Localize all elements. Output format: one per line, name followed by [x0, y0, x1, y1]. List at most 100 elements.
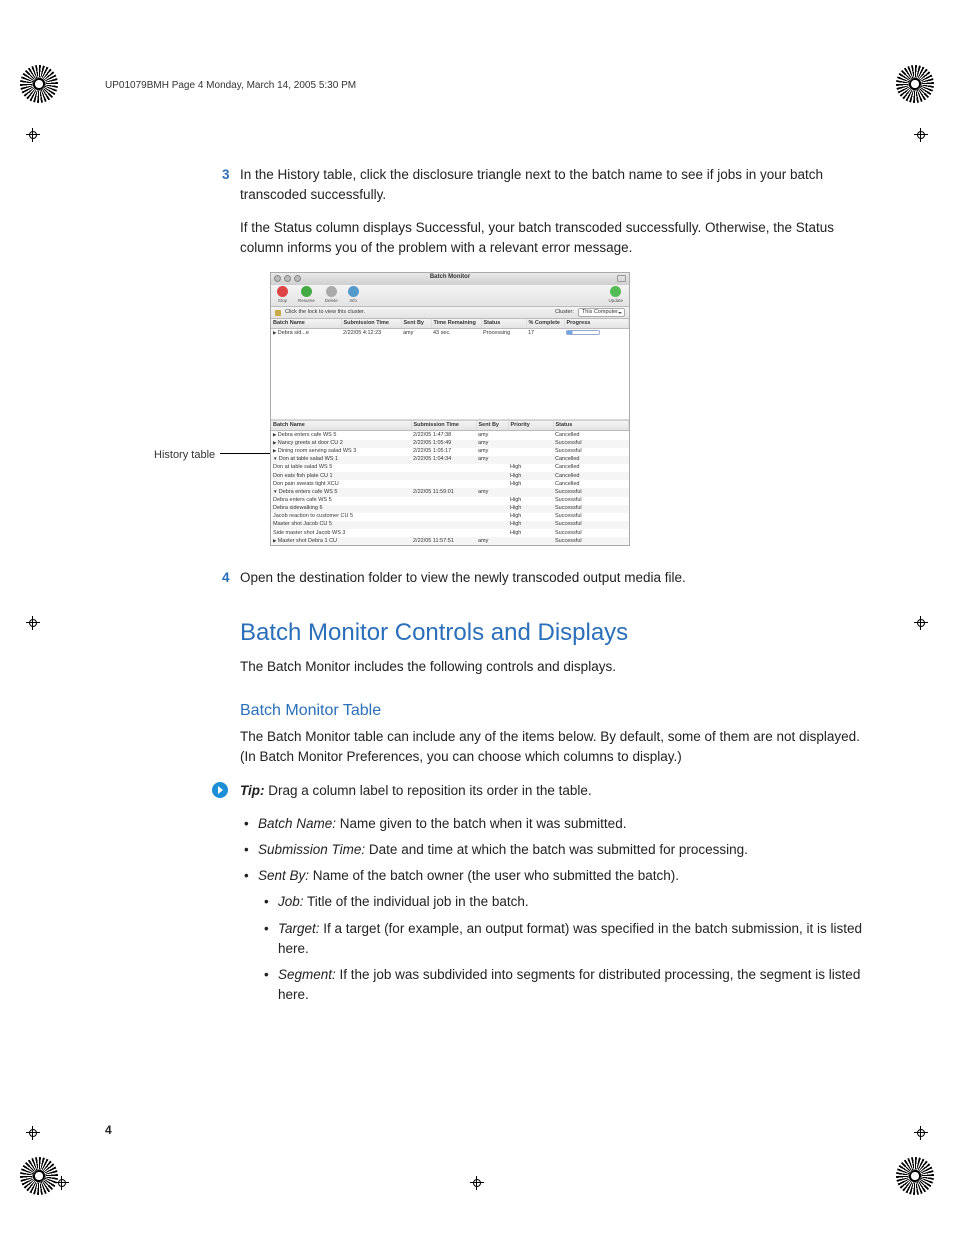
bullet-label: Target:	[278, 921, 320, 936]
window-titlebar[interactable]: Batch Monitor	[271, 273, 629, 285]
cell	[411, 521, 476, 529]
active-pane-empty	[271, 337, 629, 419]
lock-icon[interactable]	[275, 310, 281, 316]
h2-subtext: The Batch Monitor table can include any …	[240, 727, 870, 768]
list-item: Job: Title of the individual job in the …	[278, 892, 870, 912]
column-header[interactable]: Progress	[564, 319, 629, 329]
history-batch-row[interactable]: Don at table salad WS 12/22/05 1:04:34am…	[271, 456, 629, 464]
cell: Nancy greets at door CU 2	[271, 440, 411, 448]
cell: High	[508, 529, 553, 537]
step3-text2: If the Status column displays Successful…	[240, 218, 870, 259]
cell: Successful	[553, 521, 629, 529]
active-batches-table: Batch NameSubmission TimeSent ByTime Rem…	[271, 319, 629, 337]
tip-text: Drag a column label to reposition its or…	[265, 783, 592, 798]
history-batch-row[interactable]: Debra enters cafe WS 52/22/05 11:59:01am…	[271, 488, 629, 496]
cell	[476, 505, 508, 513]
toolbar: Stop Resume Delete Info Update	[271, 285, 629, 307]
cell: 2/22/05 1:05:17	[411, 448, 476, 456]
column-header[interactable]: % Complete	[526, 319, 564, 329]
column-header[interactable]: Sent By	[476, 421, 508, 431]
cell	[476, 480, 508, 488]
bullet-text: If the job was subdivided into segments …	[278, 967, 860, 1002]
delete-button[interactable]: Delete	[325, 286, 338, 304]
history-job-row[interactable]: Don pain sweats tight XCUHighCancelled	[271, 480, 629, 488]
cell-sent: amy	[401, 329, 431, 338]
info-button[interactable]: Info	[348, 286, 359, 304]
column-header[interactable]: Submission Time	[411, 421, 476, 431]
update-button[interactable]: Update	[608, 286, 623, 304]
bullet-text: Name of the batch owner (the user who su…	[309, 868, 679, 883]
cell	[508, 488, 553, 496]
column-header[interactable]: Status	[553, 421, 629, 431]
cell	[411, 480, 476, 488]
column-header[interactable]: Sent By	[401, 319, 431, 329]
cell: Successful	[553, 537, 629, 545]
cell: High	[508, 480, 553, 488]
minimize-icon[interactable]	[284, 275, 291, 282]
zoom-icon[interactable]	[294, 275, 301, 282]
history-batch-row[interactable]: Nancy greets at door CU 22/22/05 1:05:49…	[271, 440, 629, 448]
cell: Jacob reaction to customer CU 5	[271, 513, 411, 521]
history-job-row[interactable]: Master shot Jacob CU 5HighSuccessful	[271, 521, 629, 529]
cell-name: Debra sid...e	[271, 329, 341, 338]
column-header[interactable]: Batch Name	[271, 319, 341, 329]
cell: Debra sidewalking 6	[271, 505, 411, 513]
history-batch-row[interactable]: Debra enters cafe WS 52/22/05 1:47:38amy…	[271, 431, 629, 440]
history-job-row[interactable]: Side master shot Jacob WS 3HighSuccessfu…	[271, 529, 629, 537]
history-headers[interactable]: Batch NameSubmission TimeSent ByPriority…	[271, 421, 629, 431]
cell-progress	[564, 329, 629, 338]
history-job-row[interactable]: Jacob reaction to customer CU 5HighSucce…	[271, 513, 629, 521]
delete-icon	[326, 286, 337, 297]
cell: Cancelled	[553, 464, 629, 472]
column-header[interactable]: Batch Name	[271, 421, 411, 431]
active-headers[interactable]: Batch NameSubmission TimeSent ByTime Rem…	[271, 319, 629, 329]
crop-mark	[914, 616, 928, 630]
cluster-label: Cluster:	[555, 309, 574, 316]
heading-batch-monitor-table: Batch Monitor Table	[240, 699, 870, 723]
column-header[interactable]: Status	[481, 319, 526, 329]
cell	[411, 529, 476, 537]
crop-mark	[55, 1176, 69, 1190]
history-batch-row[interactable]: Dining room serving salad WS 32/22/05 1:…	[271, 448, 629, 456]
stop-button[interactable]: Stop	[277, 286, 288, 304]
sub-bullet-list: Job: Title of the individual job in the …	[278, 892, 870, 1005]
cell: amy	[476, 440, 508, 448]
update-label: Update	[608, 298, 623, 304]
step-number: 4	[222, 568, 230, 588]
cell: amy	[476, 456, 508, 464]
crop-mark	[470, 1176, 484, 1190]
cell: High	[508, 513, 553, 521]
column-header[interactable]: Submission Time	[341, 319, 401, 329]
column-header[interactable]: Priority	[508, 421, 553, 431]
cluster-dropdown[interactable]: This Computer	[578, 308, 625, 317]
cell	[411, 472, 476, 480]
close-icon[interactable]	[274, 275, 281, 282]
cell: Successful	[553, 440, 629, 448]
crop-mark	[26, 616, 40, 630]
cell: Successful	[553, 505, 629, 513]
active-batch-row[interactable]: Debra sid...e 2/22/05 4:12:23 amy 43 sec…	[271, 329, 629, 338]
cluster-row: Click the lock to view this cluster. Clu…	[271, 307, 629, 319]
cell: Successful	[553, 448, 629, 456]
cell: Cancelled	[553, 472, 629, 480]
batch-monitor-window: Batch Monitor Stop Resume Delete	[270, 272, 630, 546]
history-job-row[interactable]: Debra sidewalking 6 HighSuccessful	[271, 505, 629, 513]
history-job-row[interactable]: Don at table salad WS 5HighCancelled	[271, 464, 629, 472]
history-job-row[interactable]: Don eats fish plate CU 1HighCancelled	[271, 472, 629, 480]
bullet-label: Job:	[278, 894, 304, 909]
history-job-row[interactable]: Debra enters cafe WS 5HighSuccessful	[271, 497, 629, 505]
column-header[interactable]: Time Remaining	[431, 319, 481, 329]
history-batch-row[interactable]: Master shot Debra 1 CU2/22/05 11:57:51am…	[271, 537, 629, 545]
cell: Don eats fish plate CU 1	[271, 472, 411, 480]
cell	[411, 505, 476, 513]
toolbar-toggle-icon[interactable]	[617, 275, 626, 282]
bullet-label: Batch Name:	[258, 816, 336, 831]
print-mark-corner	[20, 1157, 58, 1195]
cell: High	[508, 505, 553, 513]
h1-subtext: The Batch Monitor includes the following…	[240, 657, 870, 677]
resume-button[interactable]: Resume	[298, 286, 315, 304]
cell: High	[508, 497, 553, 505]
cluster-value: This Computer	[582, 309, 618, 315]
step-number: 3	[222, 165, 230, 185]
step4-text: Open the destination folder to view the …	[240, 568, 870, 588]
